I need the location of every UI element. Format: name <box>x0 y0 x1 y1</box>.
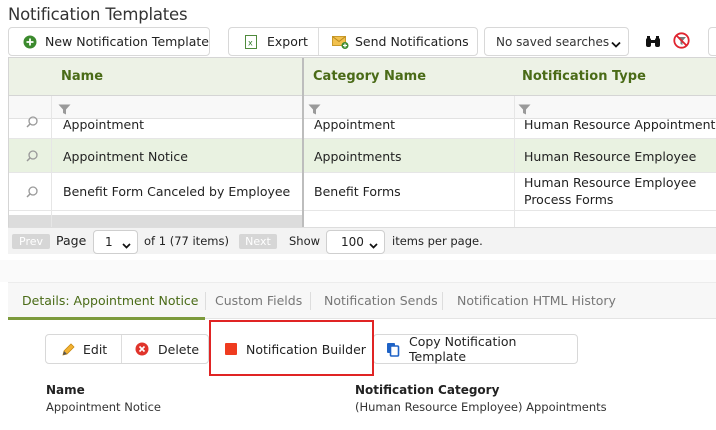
detail-tabs: Details: Appointment Notice Custom Field… <box>8 282 716 320</box>
column-divider[interactable] <box>514 96 515 227</box>
cell-category: Benefit Forms <box>314 184 401 199</box>
table-row[interactable]: Benefit Form Canceled by Employee Benefi… <box>9 173 716 211</box>
next-page-button[interactable]: Next <box>239 234 277 249</box>
copy-icon <box>386 342 400 357</box>
tab-divider <box>442 292 443 310</box>
chevron-down-icon <box>369 239 378 253</box>
cell-type: Human Resource Employee <box>524 149 697 164</box>
edit-label: Edit <box>83 341 108 357</box>
new-notification-template-button[interactable]: New Notification Template <box>8 27 210 56</box>
table-row[interactable]: Appointment Notice Appointments Human Re… <box>9 139 716 173</box>
column-header-category[interactable]: Category Name <box>313 69 426 84</box>
view-details-icon[interactable] <box>26 150 38 162</box>
envelope-plus-icon <box>332 35 349 49</box>
page-count-text: of 1 (77 items) <box>144 234 229 248</box>
saved-searches-value: No saved searches <box>496 34 610 49</box>
excel-icon: x <box>245 34 257 49</box>
cell-name: Appointment <box>63 117 145 132</box>
prev-page-button[interactable]: Prev <box>12 234 50 249</box>
category-field-value: (Human Resource Employee) Appointments <box>355 400 607 414</box>
tab-divider <box>205 292 206 310</box>
send-notifications-label: Send Notifications <box>355 34 469 49</box>
grid-header: Name Category Name Notification Type <box>9 58 716 96</box>
cell-name: Benefit Form Canceled by Employee <box>63 184 291 199</box>
column-header-name[interactable]: Name <box>61 69 103 84</box>
page-title: Notification Templates <box>8 5 188 24</box>
page-size-value: 100 <box>341 235 364 249</box>
filter-row <box>9 96 716 119</box>
copy-notification-template-label: Copy Notification Template <box>409 334 517 364</box>
show-label: Show <box>289 234 321 248</box>
cell-type-line2: Process Forms <box>524 192 614 207</box>
new-notification-template-label: New Notification Template <box>45 34 209 49</box>
table-row[interactable]: Appointment Appointment Human Resource A… <box>9 116 716 139</box>
tab-notification-html-history[interactable]: Notification HTML History <box>457 293 616 308</box>
chevron-down-icon <box>611 37 621 52</box>
svg-text:x: x <box>248 38 253 47</box>
delete-button[interactable]: Delete <box>122 334 208 364</box>
tab-divider <box>310 292 311 310</box>
cell-category: Appointment <box>314 117 396 132</box>
export-label: Export <box>267 34 308 49</box>
templates-grid: Name Category Name Notification Type App… <box>8 57 716 253</box>
delete-label: Delete <box>158 341 200 357</box>
column-header-type[interactable]: Notification Type <box>522 69 646 84</box>
highlight-box <box>209 320 374 376</box>
chevron-down-icon <box>122 239 131 253</box>
pager-bar: Prev Page 1 of 1 (77 items) Next Show 10… <box>8 227 716 254</box>
column-divider[interactable] <box>51 96 52 227</box>
items-per-page-text: items per page. <box>392 234 483 248</box>
cell-type-line1: Human Resource Employee <box>524 175 697 190</box>
view-details-icon[interactable] <box>26 186 38 198</box>
page-value: 1 <box>105 235 113 249</box>
page-label: Page <box>56 233 87 248</box>
tab-notification-sends[interactable]: Notification Sends <box>324 293 438 308</box>
active-tab-indicator <box>8 317 205 320</box>
delete-x-icon <box>135 342 149 356</box>
edit-button[interactable]: Edit <box>45 334 121 364</box>
copy-notification-template-button[interactable]: Copy Notification Template <box>373 334 578 364</box>
name-field-value: Appointment Notice <box>46 400 161 414</box>
tab-custom-fields[interactable]: Custom Fields <box>215 293 302 308</box>
section-gap <box>0 260 716 282</box>
clear-filter-icon[interactable] <box>673 32 690 49</box>
export-button[interactable]: x Export <box>228 28 318 55</box>
saved-searches-select[interactable]: No saved searches <box>484 27 629 56</box>
column-divider[interactable] <box>302 58 304 227</box>
toolbar-edge <box>708 27 716 56</box>
page-size-select[interactable]: 100 <box>326 230 385 254</box>
view-details-icon[interactable] <box>26 116 38 128</box>
send-notifications-button[interactable]: Send Notifications <box>319 28 477 55</box>
pencil-icon <box>61 342 76 357</box>
category-field-label: Notification Category <box>355 383 500 397</box>
cell-type: Human Resource Appointment <box>524 117 716 132</box>
horizontal-scrollbar[interactable] <box>9 215 302 227</box>
plus-circle-icon <box>23 35 37 49</box>
cell-name: Appointment Notice <box>63 149 188 164</box>
cell-category: Appointments <box>314 149 402 164</box>
name-field-label: Name <box>46 383 85 397</box>
page-select[interactable]: 1 <box>93 230 138 254</box>
tab-details[interactable]: Details: Appointment Notice <box>22 293 198 308</box>
binoculars-icon[interactable] <box>645 34 661 48</box>
